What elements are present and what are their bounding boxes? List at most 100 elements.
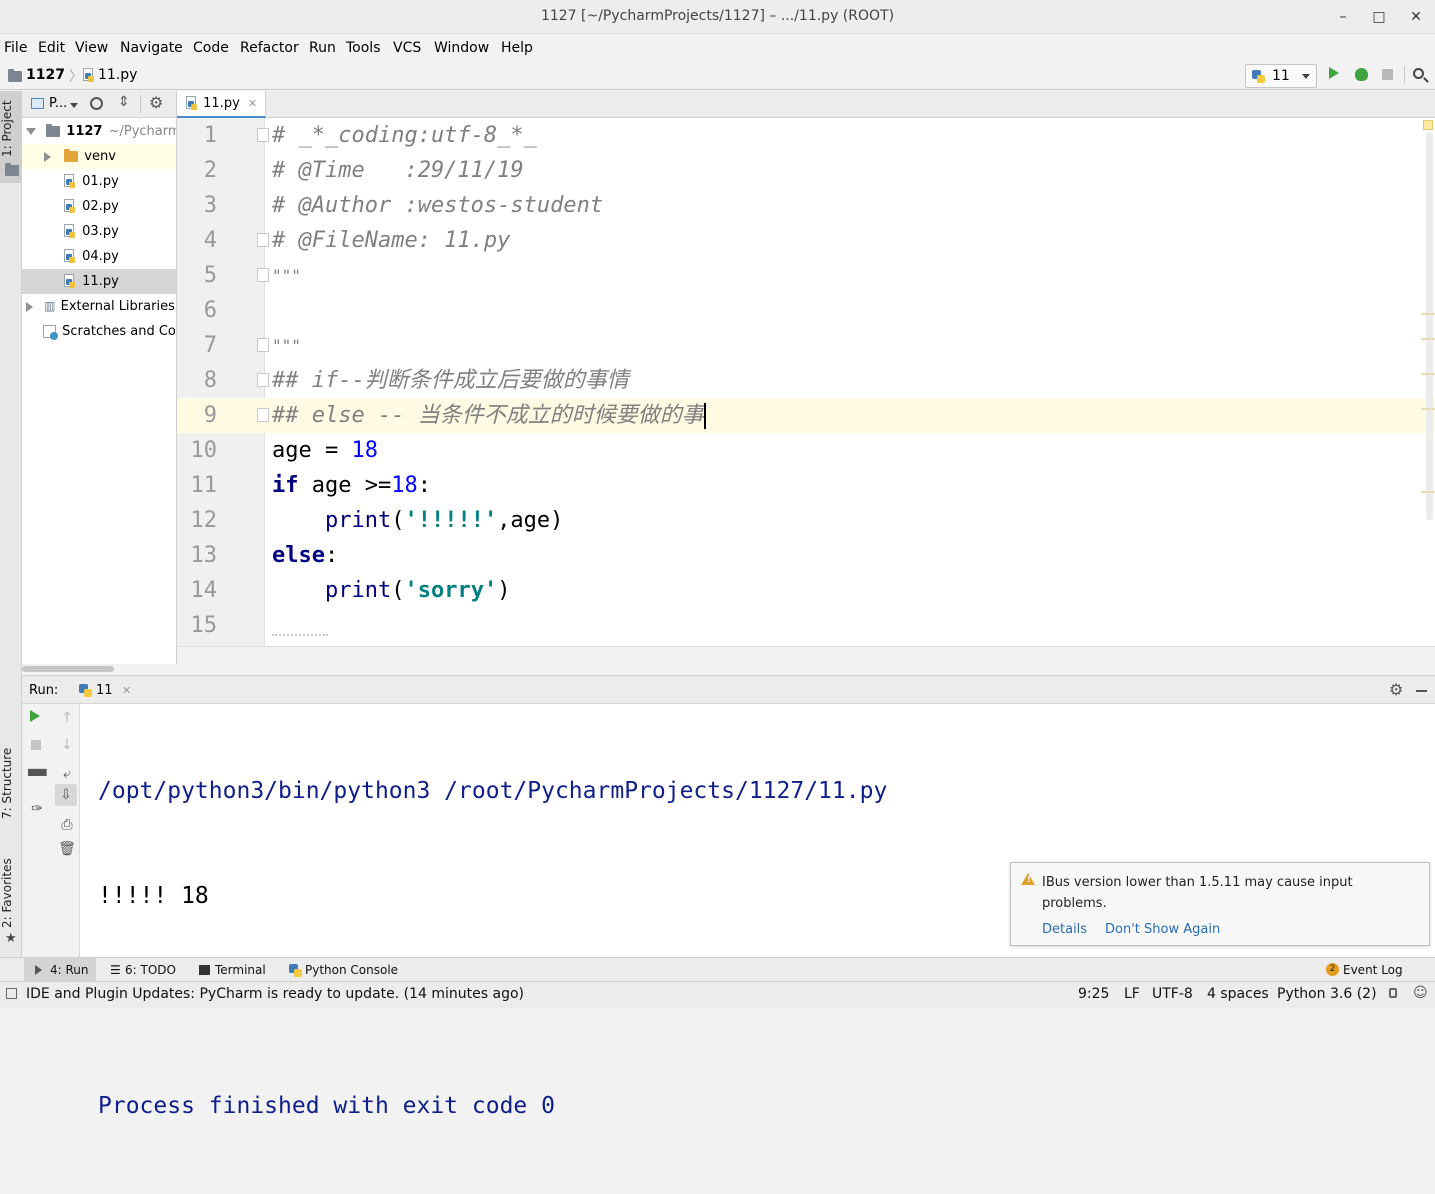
search-icon[interactable] (1413, 68, 1424, 79)
menu-refactor[interactable]: Refactor (240, 40, 299, 56)
status-interpreter[interactable]: Python 3.6 (2) (1277, 986, 1377, 1002)
python-console-tool-tab[interactable]: Python Console (305, 963, 398, 977)
tree-item-file[interactable]: 02.py (22, 194, 176, 219)
code-editor[interactable]: 1 2 3 4 5 6 7 8 9 10 11 12 13 14 15 # _*… (177, 118, 1435, 646)
console-command[interactable]: /opt/python3/bin/python3 /root/PycharmPr… (98, 774, 887, 809)
project-view-select[interactable]: P... (49, 96, 67, 111)
close-icon[interactable]: ✕ (248, 97, 257, 110)
status-encoding[interactable]: UTF-8 (1152, 986, 1193, 1002)
menu-file[interactable]: File (4, 40, 27, 56)
editor-tab-11py[interactable]: 11.py ✕ (177, 91, 267, 118)
layout-icon[interactable]: ▀▀ (28, 767, 46, 785)
tree-item-scratches[interactable]: Scratches and Consoles (22, 319, 176, 344)
tree-item-file-selected[interactable]: 11.py (22, 269, 176, 294)
scroll-to-end-icon[interactable]: ⇩ (55, 784, 77, 806)
soft-wrap-icon[interactable]: ⤶ (58, 765, 76, 783)
menu-run[interactable]: Run (309, 40, 336, 56)
gear-icon[interactable]: ⚙ (1389, 680, 1403, 699)
trash-icon[interactable]: 🗑 (58, 840, 76, 858)
token-keyword: if (272, 473, 299, 498)
maximize-button[interactable]: □ (1369, 7, 1389, 27)
debug-icon[interactable] (1355, 68, 1368, 81)
run-tab-11[interactable]: 11 (96, 683, 113, 698)
stop-icon[interactable] (31, 740, 41, 750)
minimize-button[interactable]: – (1333, 7, 1353, 27)
fold-marker[interactable] (257, 373, 269, 387)
inspector-icon[interactable]: ☺ (1413, 985, 1428, 1001)
collapse-all-icon[interactable]: ⇕ (118, 94, 130, 110)
menu-window[interactable]: Window (434, 40, 489, 56)
print-icon[interactable]: ⎙ (58, 816, 76, 834)
breadcrumb-project[interactable]: 1127 (26, 67, 65, 83)
fold-marker[interactable] (257, 128, 269, 142)
status-indent[interactable]: 4 spaces (1207, 986, 1269, 1002)
lock-icon[interactable] (1389, 988, 1397, 998)
tree-item-file[interactable]: 01.py (22, 169, 176, 194)
todo-tool-tab[interactable]: 6: TODO (125, 963, 176, 977)
menu-edit[interactable]: Edit (38, 40, 65, 56)
editor-scrollbar[interactable] (1426, 132, 1433, 520)
python-file-icon (63, 199, 77, 214)
fold-marker[interactable] (257, 408, 269, 422)
tree-item-file[interactable]: 04.py (22, 244, 176, 269)
run-config-name: 11 (1272, 68, 1290, 84)
token-var: age (272, 438, 312, 463)
menu-navigate[interactable]: Navigate (120, 40, 183, 56)
project-scrollbar[interactable] (22, 664, 177, 674)
terminal-tool-tab[interactable]: Terminal (215, 963, 266, 977)
scrollbar-thumb[interactable] (22, 666, 114, 672)
breadcrumb-file[interactable]: 11.py (98, 67, 137, 83)
token-builtin: print (324, 508, 392, 533)
close-icon[interactable]: ✕ (122, 684, 131, 697)
inspection-indicator[interactable] (1423, 120, 1433, 130)
favorites-tool-tab[interactable]: 2: Favorites (0, 855, 22, 931)
console-output[interactable]: /opt/python3/bin/python3 /root/PycharmPr… (98, 704, 887, 1194)
rerun-icon[interactable] (30, 710, 40, 722)
details-link[interactable]: Details (1042, 922, 1087, 937)
window-title: 1127 [~/PycharmProjects/1127] – .../11.p… (540, 8, 895, 24)
minimize-panel-icon[interactable] (1416, 690, 1427, 692)
python-file-icon (185, 96, 199, 111)
menu-vcs[interactable]: VCS (393, 40, 421, 56)
menu-code[interactable]: Code (193, 40, 229, 56)
run-icon[interactable] (1329, 67, 1339, 79)
pin-icon[interactable]: ✑ (28, 800, 46, 818)
status-message[interactable]: IDE and Plugin Updates: PyCharm is ready… (26, 986, 524, 1002)
structure-tool-tab[interactable]: 7: Structure (0, 743, 22, 823)
arrow-up-icon[interactable]: ↑ (58, 709, 76, 727)
menu-view[interactable]: View (75, 40, 108, 56)
chevron-down-icon[interactable] (70, 103, 78, 108)
arrow-down-icon[interactable]: ↓ (58, 736, 76, 754)
gear-icon[interactable]: ⚙ (149, 93, 163, 112)
stop-icon[interactable] (1382, 69, 1393, 80)
event-log-tool-tab[interactable]: Event Log (1343, 963, 1403, 977)
tree-item-file[interactable]: 03.py (22, 219, 176, 244)
menu-help[interactable]: Help (501, 40, 533, 56)
folder-icon (8, 69, 22, 82)
fold-marker[interactable] (257, 338, 269, 352)
status-bar: IDE and Plugin Updates: PyCharm is ready… (0, 981, 1435, 1008)
fold-marker[interactable] (257, 268, 269, 282)
status-toggle-icon[interactable] (6, 988, 17, 999)
scratches-icon (43, 325, 58, 340)
dont-show-again-link[interactable]: Don't Show Again (1105, 922, 1220, 937)
code-line-8: ## if--判断条件成立后要做的事情 (272, 368, 629, 393)
project-tool-tab[interactable]: 1: Project (0, 99, 22, 159)
close-button[interactable]: ✕ (1406, 7, 1426, 27)
token-args: ,age) (497, 508, 564, 533)
run-tool-tab[interactable]: 4: Run (50, 963, 89, 977)
run-config-select[interactable]: 11 (1245, 64, 1317, 88)
code-line-12: print('!!!!!',age) (272, 503, 563, 538)
token-number: 18 (391, 473, 418, 498)
menu-tools[interactable]: Tools (346, 40, 381, 56)
status-line-separator[interactable]: LF (1124, 986, 1140, 1002)
status-caret-position[interactable]: 9:25 (1078, 986, 1109, 1002)
tree-root[interactable]: 1127 ~/PycharmProjects/1127 (22, 119, 176, 144)
fold-marker[interactable] (257, 233, 269, 247)
notification-message: IBus version lower than 1.5.11 may cause… (1042, 872, 1353, 914)
tree-item-venv[interactable]: venv (22, 144, 176, 169)
tree-item-external-libraries[interactable]: ▥ External Libraries (22, 294, 176, 319)
token-paren: ( (391, 508, 405, 533)
locate-icon[interactable] (90, 97, 103, 110)
